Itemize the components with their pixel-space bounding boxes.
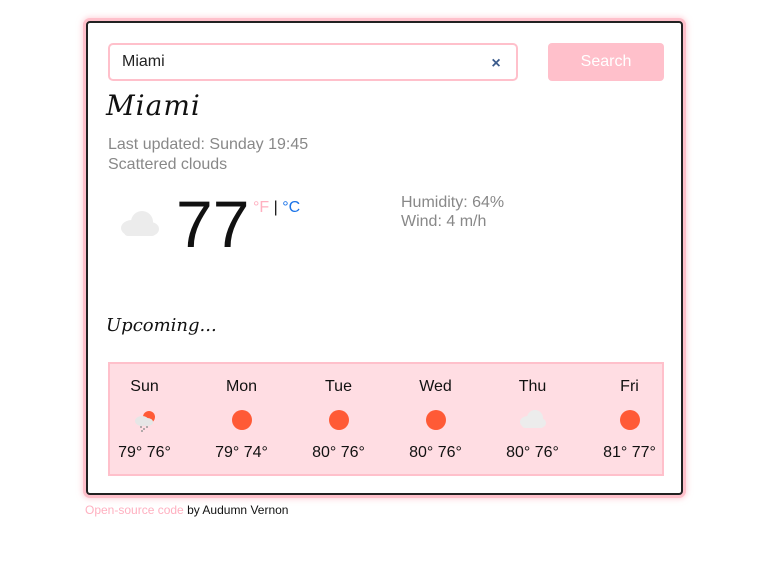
sun-icon <box>290 408 387 432</box>
unit-separator: | <box>273 199 278 216</box>
forecast-day-temps: 80° 76° <box>312 444 365 461</box>
upcoming-heading: Upcoming... <box>106 315 217 336</box>
forecast-day-temps: 81° 77° <box>603 444 656 461</box>
forecast-day-name: Mon <box>225 378 258 395</box>
forecast-day-name: Wed <box>419 378 452 395</box>
forecast-strip: Sun 79° 76° Mon 79° 74° Tue 80° 76° Wed … <box>108 362 664 476</box>
sun-icon <box>193 408 290 432</box>
forecast-day: Mon 79° 74° <box>193 364 290 474</box>
city-search-input[interactable] <box>108 43 518 81</box>
forecast-day-temps: 80° 76° <box>506 444 559 461</box>
fahrenheit-link[interactable]: °F <box>253 199 269 216</box>
forecast-day-name: Sun <box>130 378 159 395</box>
unit-toggle: °F | °C <box>253 199 300 217</box>
forecast-day-temps: 79° 74° <box>215 444 268 461</box>
forecast-day: Fri 81° 77° <box>581 364 678 474</box>
forecast-day-name: Thu <box>518 378 547 395</box>
forecast-day-name: Fri <box>620 378 639 395</box>
city-name: Miami <box>106 89 201 122</box>
cloud-icon <box>484 408 581 432</box>
last-updated-text: Last updated: Sunday 19:45 <box>108 136 309 153</box>
forecast-day-name: Tue <box>325 378 352 395</box>
forecast-day-temps: 79° 76° <box>118 444 171 461</box>
weather-card: × Search Miami Last updated: Sunday 19:4… <box>86 21 683 495</box>
forecast-day: Thu 80° 76° <box>484 364 581 474</box>
open-source-link[interactable]: Open-source code <box>85 503 184 517</box>
forecast-day: Sun 79° 76° <box>96 364 193 474</box>
forecast-day: Tue 80° 76° <box>290 364 387 474</box>
humidity-text: Humidity: 64% <box>401 194 505 211</box>
sun-icon <box>581 408 678 432</box>
clear-search-button[interactable]: × <box>486 54 506 74</box>
forecast-day: Wed 80° 76° <box>387 364 484 474</box>
search-button[interactable]: Search <box>548 43 664 81</box>
cloud-icon <box>118 209 160 242</box>
author-credit: by Audumn Vernon <box>183 503 289 517</box>
wind-text: Wind: 4 m/h <box>401 213 487 230</box>
current-temperature: 77 <box>176 187 250 261</box>
celsius-link[interactable]: °C <box>282 199 300 216</box>
sun-icon <box>387 408 484 432</box>
footer: Open-source code by Audumn Vernon <box>85 503 288 517</box>
rain-cloud-icon <box>96 408 193 432</box>
forecast-day-temps: 80° 76° <box>409 444 462 461</box>
weather-description: Scattered clouds <box>108 156 228 173</box>
